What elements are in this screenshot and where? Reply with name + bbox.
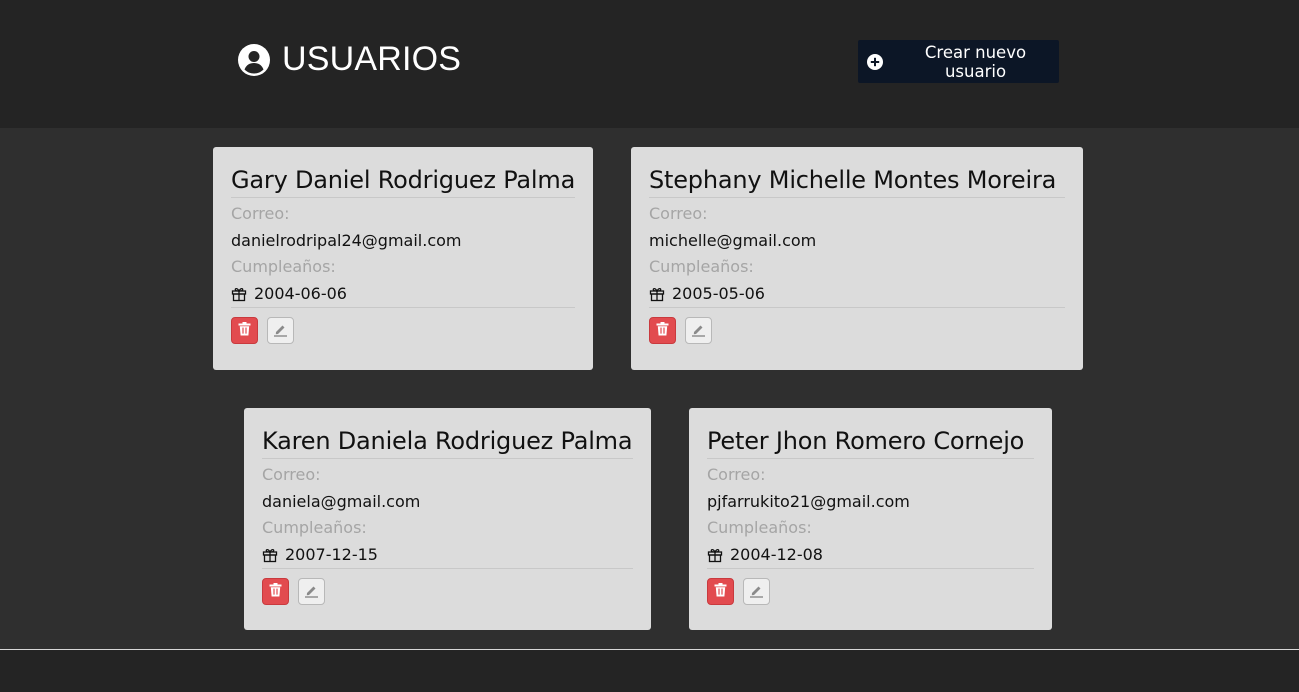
trash-icon xyxy=(269,583,282,600)
user-card: Stephany Michelle Montes Moreira Correo:… xyxy=(631,147,1083,370)
delete-button[interactable] xyxy=(231,317,258,345)
user-card: Peter Jhon Romero Cornejo Correo: pjfarr… xyxy=(689,408,1052,630)
user-birthday-row: 2007-12-15 xyxy=(262,544,633,570)
edit-button[interactable] xyxy=(685,317,712,345)
gift-icon xyxy=(707,547,723,563)
card-actions xyxy=(707,578,1034,606)
user-card: Karen Daniela Rodriguez Palma Correo: da… xyxy=(244,408,651,630)
edit-button[interactable] xyxy=(298,578,325,606)
email-label: Correo: xyxy=(649,204,708,224)
gift-icon xyxy=(231,286,247,302)
pencil-icon xyxy=(749,583,764,601)
user-birthday: 2004-06-06 xyxy=(254,284,347,304)
card-actions xyxy=(231,317,575,345)
email-label: Correo: xyxy=(231,204,290,224)
trash-icon xyxy=(714,583,727,600)
email-label: Correo: xyxy=(262,465,321,485)
page-footer xyxy=(0,650,1299,692)
birthday-label: Cumpleaños: xyxy=(707,518,812,538)
user-birthday-row: 2004-12-08 xyxy=(707,544,1034,570)
plus-circle-icon xyxy=(867,53,883,70)
user-name: Karen Daniela Rodriguez Palma xyxy=(262,428,633,460)
page-header: USUARIOS Crear nuevo usuario xyxy=(0,0,1299,128)
user-name: Stephany Michelle Montes Moreira xyxy=(649,167,1065,199)
create-user-button-label: Crear nuevo usuario xyxy=(924,42,1027,81)
page-title: USUARIOS xyxy=(238,40,461,79)
delete-button[interactable] xyxy=(262,578,289,606)
create-user-button[interactable]: Crear nuevo usuario xyxy=(858,40,1059,83)
pencil-icon xyxy=(273,322,288,340)
user-email: daniela@gmail.com xyxy=(262,492,421,512)
user-card: Gary Daniel Rodriguez Palma Correo: dani… xyxy=(213,147,593,370)
user-birthday-row: 2004-06-06 xyxy=(231,283,575,309)
user-name: Peter Jhon Romero Cornejo xyxy=(707,428,1034,460)
card-actions xyxy=(649,317,1065,345)
gift-icon xyxy=(649,286,665,302)
user-name: Gary Daniel Rodriguez Palma xyxy=(231,167,575,199)
user-birthday: 2004-12-08 xyxy=(730,545,823,565)
trash-icon xyxy=(238,322,251,339)
user-circle-icon xyxy=(238,43,270,76)
user-birthday-row: 2005-05-06 xyxy=(649,283,1065,309)
edit-button[interactable] xyxy=(743,578,770,606)
edit-button[interactable] xyxy=(267,317,294,345)
user-email: danielrodripal24@gmail.com xyxy=(231,231,462,251)
pencil-icon xyxy=(304,583,319,601)
delete-button[interactable] xyxy=(707,578,734,606)
gift-icon xyxy=(262,547,278,563)
pencil-icon xyxy=(691,322,706,340)
card-actions xyxy=(262,578,633,606)
user-email: pjfarrukito21@gmail.com xyxy=(707,492,910,512)
user-birthday: 2007-12-15 xyxy=(285,545,378,565)
birthday-label: Cumpleaños: xyxy=(231,257,336,277)
birthday-label: Cumpleaños: xyxy=(262,518,367,538)
page-title-text: USUARIOS xyxy=(282,40,462,78)
email-label: Correo: xyxy=(707,465,766,485)
trash-icon xyxy=(656,322,669,339)
user-birthday: 2005-05-06 xyxy=(672,284,765,304)
birthday-label: Cumpleaños: xyxy=(649,257,754,277)
user-email: michelle@gmail.com xyxy=(649,231,817,251)
delete-button[interactable] xyxy=(649,317,676,345)
